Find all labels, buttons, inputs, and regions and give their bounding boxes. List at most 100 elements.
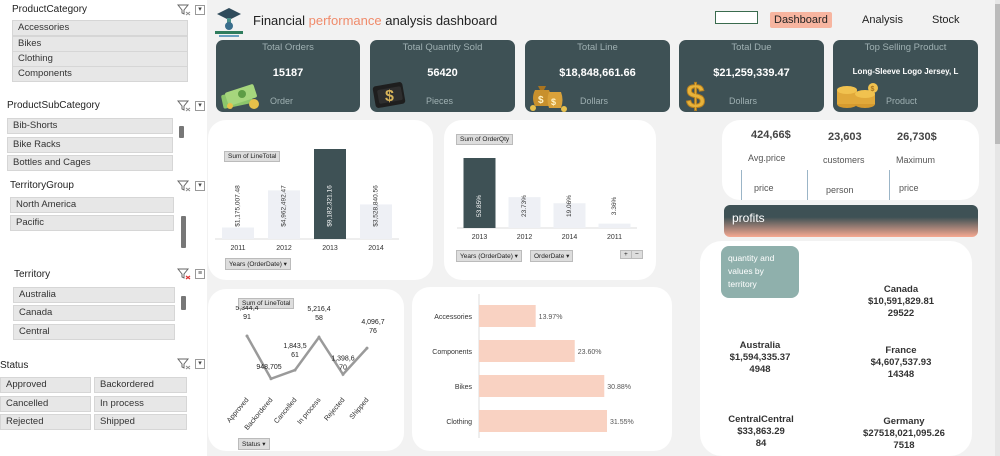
slicer-title: ProductSubCategory xyxy=(7,100,100,111)
x-tick-label: 2013 xyxy=(472,234,488,241)
hbar-chart-category: Accessories 13.97% Components 23.60% Bikes 30… xyxy=(432,294,634,438)
slicer-item[interactable]: Bikes xyxy=(12,36,188,52)
clear-filter-icon[interactable] xyxy=(177,4,191,16)
slicer-controls: ▾ xyxy=(177,180,205,192)
scrollbar-thumb[interactable] xyxy=(995,4,1000,144)
chevron-down-icon[interactable]: ▾ xyxy=(195,181,205,191)
clear-filter-icon[interactable] xyxy=(177,268,191,280)
slicer-item[interactable]: North America xyxy=(10,197,174,213)
coin-stack-icon: $ xyxy=(837,83,878,108)
status-filter-button[interactable]: Status ▾ xyxy=(238,438,270,450)
data-label: 3.36% xyxy=(611,197,618,216)
svg-text:$: $ xyxy=(385,88,394,105)
chevron-down-icon[interactable]: ▾ xyxy=(195,359,205,369)
slicer-title: Status xyxy=(0,360,29,371)
kpi-unit: Order xyxy=(270,96,294,106)
data-point xyxy=(269,377,273,381)
clear-filter-icon[interactable] xyxy=(177,180,191,192)
y-tick-label: Accessories xyxy=(434,314,472,321)
data-point xyxy=(365,346,369,350)
slicer-item[interactable]: Components xyxy=(12,66,188,82)
svg-text:$: $ xyxy=(871,86,875,93)
multi-select-icon[interactable]: ≡ xyxy=(195,269,205,279)
bar-chart-orderqty: 53.85% 2013 23.73% 2012 19.06% 2014 3.36% 2011 xyxy=(457,158,637,241)
clear-filter-icon[interactable] xyxy=(177,100,191,112)
slicer-scrollbar[interactable] xyxy=(181,296,186,310)
slicer-item[interactable]: Bib-Shorts xyxy=(7,118,173,134)
money-stack-icon xyxy=(221,84,259,109)
orderdate-filter-button[interactable]: OrderDate ▾ xyxy=(530,250,574,262)
customers-value: 23,603 xyxy=(828,131,862,143)
slicer-title: ProductCategory xyxy=(12,4,88,15)
territory-qty: 7518 xyxy=(893,440,915,451)
years-orderdate-filter-button[interactable]: Years (OrderDate) ▾ xyxy=(456,250,522,262)
territory-qty: 84 xyxy=(755,438,767,449)
slicer-item[interactable]: Backordered xyxy=(94,377,187,393)
slicer-controls: ≡ xyxy=(177,268,205,280)
line-chart-status: 5,344,4 91Approved948,705Backordered1,843… xyxy=(226,306,385,432)
nav-stock-button[interactable]: Stock xyxy=(928,12,964,28)
nav-dashboard-button[interactable]: Dashboard xyxy=(770,12,832,28)
slicer-scrollbar[interactable] xyxy=(179,126,184,138)
territory-qty: 14348 xyxy=(887,369,915,380)
kpi-unit: Pieces xyxy=(426,96,454,106)
territory-value: $1,594,335.37 xyxy=(729,352,791,363)
maximum-value: 26,730$ xyxy=(897,131,937,143)
nav-analysis-button[interactable]: Analysis xyxy=(858,12,907,28)
bar-chart-line-total: $1,175,007.48 2011 $4,962,492.47 2012 $9,182… xyxy=(215,149,399,252)
territory-central: CentralCentral $33,863.29 84 xyxy=(714,414,808,450)
slicer-controls: ▾ xyxy=(177,358,205,370)
data-label: 4,096,7 76 xyxy=(361,319,384,335)
bar xyxy=(479,375,605,397)
slicer-item[interactable]: Bottles and Cages xyxy=(7,155,173,171)
slicer-status: Status ▾ Approved Backordered Cancelled … xyxy=(0,352,207,456)
kpi-label: Top Selling Product xyxy=(864,42,947,53)
kpi-total-line: Total Line $18,848,661.66 Dollars $ $ xyxy=(525,40,670,112)
customers-label: customers xyxy=(823,155,865,165)
slicer-item[interactable]: In process xyxy=(94,396,187,412)
slicer-item[interactable]: Bike Racks xyxy=(7,137,173,153)
data-label: 5,216,4 58 xyxy=(307,306,330,322)
collapse-field-button[interactable]: − xyxy=(631,250,643,259)
slicer-item[interactable]: Approved xyxy=(0,377,91,393)
chevron-down-icon[interactable]: ▾ xyxy=(195,101,205,111)
kpi-total-orders: Total Orders 15187 Order xyxy=(216,40,360,112)
profits-banner: profits xyxy=(724,205,978,237)
page-title: Financial performance analysis dashboard xyxy=(253,13,498,28)
x-tick-label: 2014 xyxy=(368,245,384,252)
slicer-scrollbar[interactable] xyxy=(181,216,186,248)
bar xyxy=(222,227,254,239)
slicer-panel: ProductCategory ▾ Accessories Bikes Clot… xyxy=(0,0,207,456)
years-orderdate-filter-button[interactable]: Years (OrderDate) ▾ xyxy=(225,258,291,270)
svg-text:$: $ xyxy=(686,78,705,112)
slicer-item[interactable]: Central xyxy=(13,324,175,340)
slicer-item[interactable]: Cancelled xyxy=(0,396,91,412)
slicer-item[interactable]: Rejected xyxy=(0,414,91,430)
territory-qty: 29522 xyxy=(887,308,915,319)
territory-qty: 4948 xyxy=(749,364,771,375)
svg-text:$: $ xyxy=(538,95,544,106)
territory-name: France xyxy=(885,345,917,356)
avg-price-sub: price xyxy=(754,183,774,193)
selected-cell-box[interactable] xyxy=(715,11,758,24)
clear-filter-icon[interactable] xyxy=(177,358,191,370)
slicer-item[interactable]: Canada xyxy=(13,305,175,321)
slicer-item[interactable]: Clothing xyxy=(12,51,188,67)
chevron-down-icon[interactable]: ▾ xyxy=(195,5,205,15)
x-tick-label: 2014 xyxy=(562,234,578,241)
slicer-territory-group: TerritoryGroup ▾ North America Pacific xyxy=(0,176,207,256)
data-label: 5,344,4 91 xyxy=(235,306,258,321)
data-label: $3,528,840.56 xyxy=(373,185,380,227)
data-label: 19.06% xyxy=(566,195,573,217)
slicer-item[interactable]: Accessories xyxy=(12,20,188,36)
kpi-label: Total Line xyxy=(577,42,618,53)
slicer-controls: ▾ xyxy=(177,4,205,16)
slicer-item[interactable]: Australia xyxy=(13,287,175,303)
x-tick-label: 2011 xyxy=(607,234,622,241)
slicer-item[interactable]: Pacific xyxy=(10,215,174,231)
window-scrollbar[interactable] xyxy=(995,0,1000,456)
slicer-item[interactable]: Shipped xyxy=(94,414,187,430)
slicer-product-subcategory: ProductSubCategory ▾ Bib-Shorts Bike Rac… xyxy=(0,96,207,176)
divider xyxy=(807,170,808,200)
slicer-controls: ▾ xyxy=(177,100,205,112)
